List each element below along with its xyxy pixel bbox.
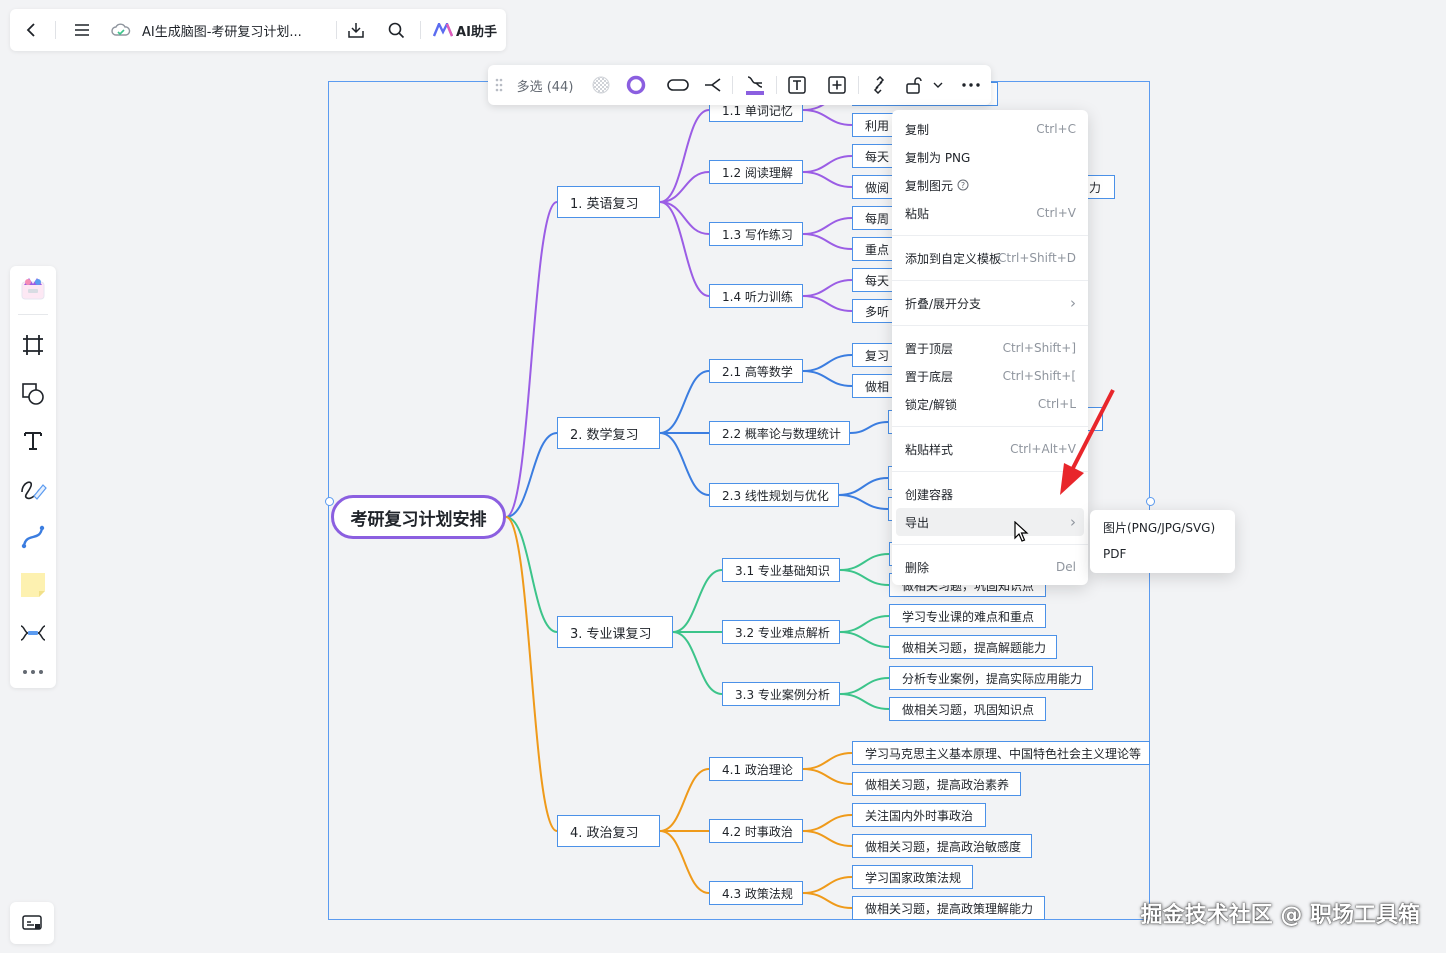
add-box-icon bbox=[828, 76, 846, 94]
sub-node[interactable]: 4.1 政治理论 bbox=[709, 757, 803, 781]
line-color-button[interactable] bbox=[743, 65, 767, 105]
menu-label: 锁定/解锁 bbox=[905, 397, 958, 412]
menu-label: 创建容器 bbox=[905, 487, 954, 502]
menu-item-bring-front[interactable]: 置于顶层 Ctrl+Shift+] bbox=[892, 334, 1088, 362]
transparent-fill-icon bbox=[592, 76, 610, 94]
rounded-rect-icon bbox=[667, 79, 689, 91]
export-submenu: 图片(PNG/JPG/SVG) PDF bbox=[1090, 510, 1235, 573]
border-color-icon bbox=[626, 75, 646, 95]
mindmap-canvas[interactable]: 1. 英语复习1.1 单词记忆每天利用1.2 阅读理解每天做阅1.3 写作练习每… bbox=[0, 0, 1446, 953]
more-horizontal-icon bbox=[962, 83, 980, 87]
leaf-node[interactable]: 做相关习题，巩固知识点 bbox=[889, 697, 1046, 721]
leaf-node[interactable]: 分析专业案例，提高实际应用能力 bbox=[889, 666, 1093, 690]
sub-node[interactable]: 3.3 专业案例分析 bbox=[722, 682, 840, 706]
leaf-node[interactable]: 学习专业课的难点和重点 bbox=[889, 604, 1046, 628]
line-color-icon bbox=[746, 76, 764, 95]
multi-select-count: 多选 (44) bbox=[516, 79, 574, 95]
link-icon bbox=[873, 76, 885, 94]
menu-label: 复制图元 bbox=[905, 178, 954, 193]
menu-label: 置于顶层 bbox=[905, 341, 954, 356]
sub-node[interactable]: 1.3 写作练习 bbox=[709, 222, 803, 246]
help-icon: ? bbox=[957, 179, 969, 191]
unlock-icon bbox=[906, 77, 922, 94]
menu-label: 添加到自定义模板 bbox=[905, 251, 1002, 266]
leaf-node[interactable]: 做相关习题，提高政策理解能力 bbox=[852, 896, 1045, 920]
branch-node[interactable]: 4. 政治复习 bbox=[557, 815, 660, 847]
leaf-node[interactable]: 做相关习题，提高政治敏感度 bbox=[852, 834, 1032, 858]
lock-dropdown-button[interactable] bbox=[931, 65, 945, 105]
resize-handle-left[interactable] bbox=[325, 497, 334, 506]
menu-label: 删除 bbox=[905, 560, 930, 575]
menu-label: 导出 bbox=[905, 515, 930, 530]
sub-node[interactable]: 3.1 专业基础知识 bbox=[722, 558, 840, 582]
menu-label: 粘贴 bbox=[905, 206, 930, 221]
chevron-down-icon bbox=[933, 82, 943, 88]
context-menu: 复制 Ctrl+C 复制为 PNG 复制图元 ? 粘贴 Ctrl+V 添加到自定义模… bbox=[892, 110, 1088, 585]
branch-node[interactable]: 1. 英语复习 bbox=[557, 186, 660, 218]
menu-shortcut: Ctrl+Shift+D bbox=[998, 251, 1076, 265]
menu-label: 粘贴样式 bbox=[905, 442, 954, 457]
sub-node[interactable]: 3.2 专业难点解析 bbox=[722, 620, 840, 644]
menu-item-delete[interactable]: 删除 Del bbox=[892, 553, 1088, 581]
watermark: 掘金技术社区 @ 职场工具箱 bbox=[1140, 903, 1420, 928]
export-image-option[interactable]: 图片(PNG/JPG/SVG) bbox=[1103, 519, 1215, 536]
shape-style-button[interactable] bbox=[665, 65, 691, 105]
menu-label: 复制为 PNG bbox=[905, 150, 971, 165]
fill-transparent-button[interactable] bbox=[590, 65, 612, 105]
export-pdf-option[interactable]: PDF bbox=[1103, 547, 1126, 561]
sub-node[interactable]: 4.3 政策法规 bbox=[709, 881, 803, 905]
border-color-button[interactable] bbox=[625, 65, 647, 105]
annotation-arrow-icon bbox=[1060, 389, 1115, 495]
leaf-node[interactable]: 做相关习题，提高解题能力 bbox=[889, 635, 1057, 659]
mouse-cursor-icon bbox=[1014, 521, 1029, 542]
menu-label: 置于底层 bbox=[905, 369, 954, 384]
menu-shortcut: Ctrl+Shift+] bbox=[1002, 341, 1076, 355]
menu-label: 折叠/展开分支 bbox=[905, 296, 982, 311]
sub-node[interactable]: 1.4 听力训练 bbox=[709, 284, 803, 308]
leaf-node[interactable]: 做相关习题，提高政治素养 bbox=[852, 772, 1021, 796]
sub-node[interactable]: 4.2 时事政治 bbox=[709, 819, 803, 843]
root-node[interactable]: 考研复习计划安排 bbox=[331, 495, 506, 539]
menu-item-add-template[interactable]: 添加到自定义模板 Ctrl+Shift+D bbox=[892, 244, 1088, 272]
menu-shortcut: Ctrl+V bbox=[1036, 206, 1076, 220]
sub-node[interactable]: 1.2 阅读理解 bbox=[709, 160, 803, 184]
text-style-button[interactable] bbox=[785, 65, 809, 105]
menu-shortcut: Del bbox=[1056, 560, 1076, 574]
menu-item-copy[interactable]: 复制 Ctrl+C bbox=[892, 115, 1088, 143]
sub-node[interactable]: 2.3 线性规划与优化 bbox=[709, 483, 839, 507]
menu-item-export[interactable]: 导出 › bbox=[896, 508, 1084, 536]
leaf-node[interactable]: 学习马克思主义基本原理、中国特色社会主义理论等 bbox=[852, 741, 1150, 765]
more-options-button[interactable] bbox=[958, 65, 984, 105]
submenu-arrow-icon: › bbox=[1070, 513, 1076, 531]
selection-toolbar: 多选 (44) bbox=[488, 65, 991, 105]
lock-button[interactable] bbox=[903, 65, 925, 105]
branch-node[interactable]: 2. 数学复习 bbox=[557, 417, 660, 449]
menu-item-paste[interactable]: 粘贴 Ctrl+V bbox=[892, 199, 1088, 227]
sub-node[interactable]: 2.2 概率论与数理统计 bbox=[709, 421, 850, 445]
menu-shortcut: Ctrl+Shift+[ bbox=[1002, 369, 1076, 383]
leaf-node[interactable]: 学习国家政策法规 bbox=[852, 865, 973, 889]
menu-label: 复制 bbox=[905, 122, 930, 137]
branch-style-button[interactable] bbox=[701, 65, 725, 105]
menu-shortcut: Ctrl+C bbox=[1036, 122, 1076, 136]
sub-node[interactable]: 2.1 高等数学 bbox=[709, 359, 803, 383]
submenu-arrow-icon: › bbox=[1070, 294, 1076, 312]
branch-icon bbox=[705, 78, 721, 92]
menu-item-copy-png[interactable]: 复制为 PNG bbox=[892, 143, 1088, 171]
text-box-icon bbox=[788, 76, 806, 94]
insert-button[interactable] bbox=[825, 65, 849, 105]
resize-handle-right[interactable] bbox=[1146, 497, 1155, 506]
svg-text:?: ? bbox=[961, 181, 965, 190]
branch-node[interactable]: 3. 专业课复习 bbox=[557, 616, 673, 648]
menu-item-fold-branch[interactable]: 折叠/展开分支 › bbox=[892, 289, 1088, 317]
leaf-node[interactable]: 关注国内外时事政治 bbox=[852, 803, 986, 827]
menu-item-copy-element[interactable]: 复制图元 ? bbox=[892, 171, 1088, 199]
drag-handle-icon[interactable] bbox=[492, 65, 506, 105]
link-button[interactable] bbox=[867, 65, 891, 105]
